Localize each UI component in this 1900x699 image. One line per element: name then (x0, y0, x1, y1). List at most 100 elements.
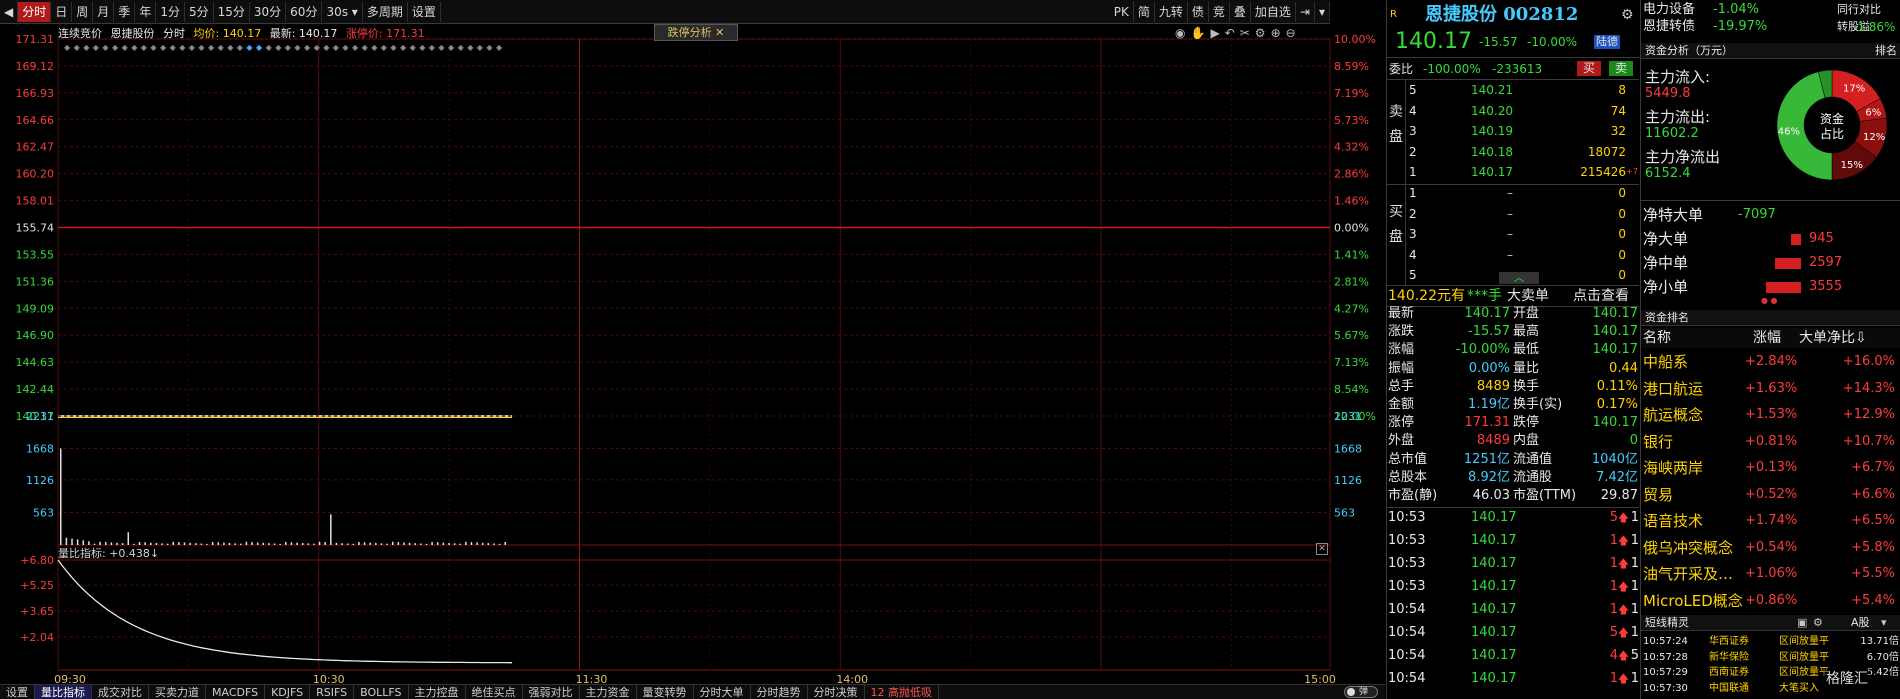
pager-dots[interactable]: ● ● (1761, 296, 1778, 305)
event-marker[interactable]: ◆ (496, 43, 503, 52)
related-row[interactable]: 恩捷转债 -19.97% 转股溢 -1.86% (1641, 19, 1900, 35)
intraday-chart-area[interactable]: 171.31 10.00% 169.12 8.59% 166.93 7.19% 164.66… (0, 25, 1385, 699)
short-row[interactable]: 10:57:28 新华保险 区间放量平 6.70倍 (1641, 650, 1900, 665)
buy-button[interactable]: 买 (1577, 61, 1602, 76)
event-marker[interactable]: ◆ (83, 43, 90, 52)
event-marker[interactable]: ◆ (371, 43, 378, 52)
event-marker[interactable]: ◆ (227, 43, 234, 52)
toolbar-item-3[interactable]: 周 (72, 1, 94, 22)
toolbar-right-item-0[interactable]: PK (1110, 1, 1134, 22)
indicator-tab-8[interactable]: 主力控盘 (409, 685, 466, 699)
event-marker[interactable]: ◆ (170, 43, 177, 52)
close-indicator-icon[interactable]: ✕ (1316, 543, 1328, 555)
short-row[interactable]: 10:57:24 华西证券 区间放量平 13.71倍 (1641, 634, 1900, 649)
event-marker[interactable]: ◆ (160, 43, 167, 52)
rank-row[interactable]: 贸易 +0.52% +6.6% (1641, 483, 1900, 507)
event-marker[interactable]: ◆ (477, 43, 484, 52)
event-marker[interactable]: ◆ (448, 43, 455, 52)
indicator-tab-11[interactable]: 主力资金 (580, 685, 637, 699)
toolbar-right-item-2[interactable]: 九转 (1155, 1, 1188, 22)
event-marker[interactable]: ◆ (458, 43, 465, 52)
indicator-tab-2[interactable]: 成交对比 (92, 685, 149, 699)
big-order-row[interactable]: 140.22元有 ***手 大卖单 点击查看 (1387, 286, 1639, 306)
undo-icon[interactable]: ↶ (1225, 26, 1235, 40)
event-marker[interactable]: ◆ (486, 43, 493, 52)
play-icon[interactable]: ▶ (1210, 26, 1219, 40)
indicator-tab-5[interactable]: KDJFS (265, 685, 311, 699)
toolbar-item-10[interactable]: 30分 (250, 1, 287, 22)
event-marker[interactable]: ◆ (419, 43, 426, 52)
indicator-tab-10[interactable]: 强弱对比 (523, 685, 580, 699)
indicator-tab-14[interactable]: 分时趋势 (751, 685, 808, 699)
rank-row[interactable]: 海峡两岸 +0.13% +6.7% (1641, 456, 1900, 480)
close-icon[interactable]: ✕ (715, 26, 724, 39)
event-marker[interactable]: ◆ (218, 43, 225, 52)
popup-toggle[interactable]: 弹 (1344, 686, 1378, 698)
event-marker[interactable]: ◆ (64, 43, 71, 52)
bid-row[interactable]: 1 – 0 (1387, 184, 1639, 202)
event-marker[interactable]: ◆ (390, 43, 397, 52)
event-marker[interactable]: ◆ (122, 43, 129, 52)
event-marker[interactable]: ◆ (179, 43, 186, 52)
intraday-chart[interactable]: 171.31 10.00% 169.12 8.59% 166.93 7.19% 164.66… (0, 25, 1385, 685)
bid-row[interactable]: 4 – 0 (1387, 246, 1639, 264)
event-marker[interactable]: ◆ (400, 43, 407, 52)
event-marker[interactable]: ◆ (333, 43, 340, 52)
event-marker[interactable]: ◆ (93, 43, 100, 52)
rank-row[interactable]: 油气开采及… +1.06% +5.5% (1641, 562, 1900, 586)
event-marker[interactable]: ◆ (362, 43, 369, 52)
event-marker[interactable]: ◆ (275, 43, 282, 52)
toolbar-item-4[interactable]: 月 (93, 1, 115, 22)
event-marker[interactable]: ◆ (266, 43, 273, 52)
indicator-tab-1[interactable]: 量比指标 (35, 685, 92, 699)
indicator-tab-15[interactable]: 分时决策 (808, 685, 865, 699)
indicator-tab-7[interactable]: BOLLFS (354, 685, 409, 699)
toolbar-item-7[interactable]: 1分 (156, 1, 185, 22)
event-marker[interactable]: ◆ (429, 43, 436, 52)
rank-row[interactable]: 俄乌冲突概念 +0.54% +5.8% (1641, 536, 1900, 560)
event-marker[interactable]: ◆ (294, 43, 301, 52)
event-marker[interactable]: ◆ (102, 43, 109, 52)
ask-row[interactable]: 5 140.21 8 (1387, 81, 1639, 99)
toolbar-item-0[interactable]: ◀ (0, 1, 19, 22)
event-marker[interactable]: ◆ (304, 43, 311, 52)
event-marker[interactable]: ◆ (323, 43, 330, 52)
event-marker[interactable]: ◆ (438, 43, 445, 52)
chevron-up-icon[interactable]: ︿ (1499, 272, 1539, 284)
toolbar-item-8[interactable]: 5分 (185, 1, 214, 22)
event-marker[interactable]: ◆ (237, 43, 244, 52)
eye-icon[interactable]: ◉ (1175, 26, 1185, 40)
event-marker[interactable]: ◆ (314, 43, 321, 52)
rank-row[interactable]: 语音技术 +1.74% +6.5% (1641, 509, 1900, 533)
ask-row[interactable]: 2 140.18 18072 (1387, 143, 1639, 161)
scissor-icon[interactable]: ✂ (1240, 26, 1250, 40)
event-marker[interactable]: ◆ (198, 43, 205, 52)
bid-row[interactable]: 3 – 0 (1387, 225, 1639, 243)
event-marker[interactable]: ◆ (467, 43, 474, 52)
toolbar-right-item-8[interactable]: ▾ (1315, 1, 1330, 22)
event-marker[interactable]: ◆ (381, 43, 388, 52)
ask-row[interactable]: 1 140.17 215426 +7 (1387, 163, 1639, 181)
event-marker[interactable]: ◆ (112, 43, 119, 52)
zoom-in-icon[interactable]: ⊕ (1271, 26, 1281, 40)
event-marker[interactable]: ◆ (246, 43, 253, 52)
event-marker[interactable]: ◆ (352, 43, 359, 52)
event-marker[interactable]: ◆ (189, 43, 196, 52)
indicator-tab-6[interactable]: RSIFS (310, 685, 355, 699)
event-marker[interactable]: ◆ (410, 43, 417, 52)
toolbar-item-2[interactable]: 日 (51, 1, 73, 22)
bid-row[interactable]: 2 – 0 (1387, 205, 1639, 223)
hand-icon[interactable]: ✋ (1190, 26, 1205, 40)
toolbar-right-item-5[interactable]: 叠 (1230, 1, 1251, 22)
indicator-tab-12[interactable]: 量变转势 (637, 685, 694, 699)
toolbar-item-9[interactable]: 15分 (214, 1, 250, 22)
event-marker[interactable]: ◆ (74, 43, 81, 52)
indicator-tab-13[interactable]: 分时大单 (694, 685, 751, 699)
indicator-tab-9[interactable]: 绝佳买点 (466, 685, 523, 699)
settings-icon[interactable]: ⚙ (1255, 26, 1266, 40)
toolbar-right-item-4[interactable]: 竞 (1209, 1, 1230, 22)
ask-row[interactable]: 3 140.19 32 (1387, 122, 1639, 140)
indicator-tab-3[interactable]: 买卖力道 (149, 685, 206, 699)
toolbar-right-item-3[interactable]: 债 (1188, 1, 1209, 22)
toolbar-item-1[interactable]: 分时 (18, 1, 52, 22)
